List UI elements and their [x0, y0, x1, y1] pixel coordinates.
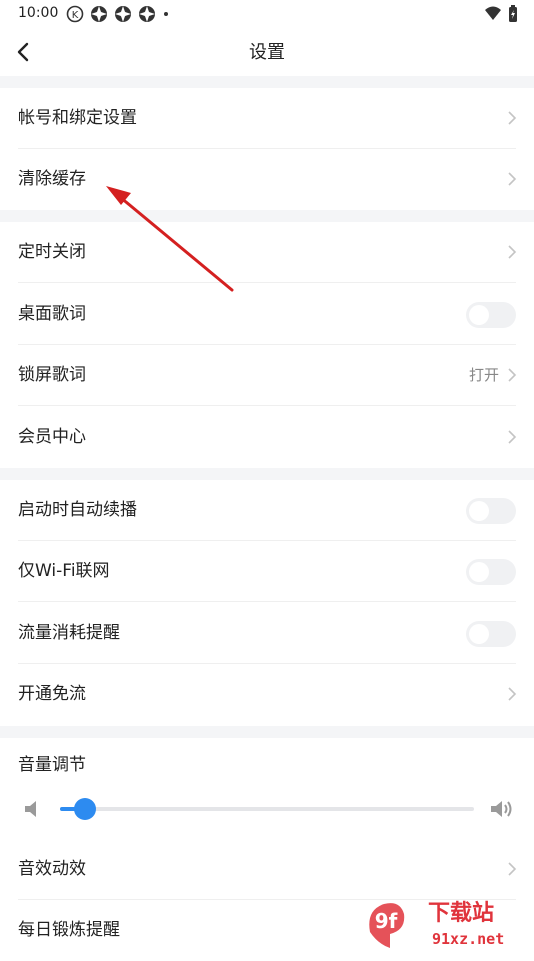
svg-text:91xz.net: 91xz.net [432, 930, 504, 948]
annotation-arrow [106, 186, 234, 292]
svg-text:下载站: 下载站 [428, 900, 494, 926]
svg-text:9f: 9f [375, 909, 398, 933]
watermark-logo: 9f 下载站 91xz.net [369, 900, 504, 948]
